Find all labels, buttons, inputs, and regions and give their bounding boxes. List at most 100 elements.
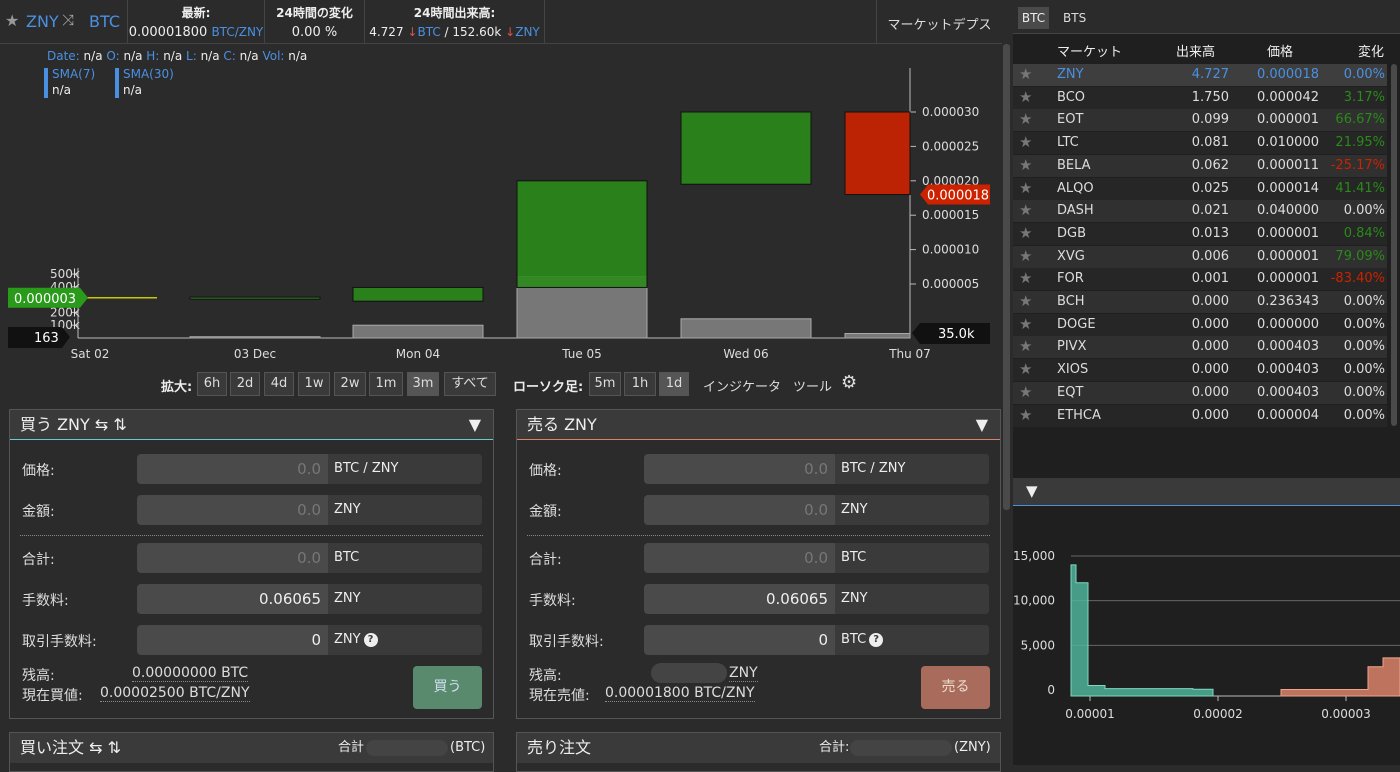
zoom-option-4[interactable]: 2w — [334, 372, 366, 396]
sell-fee-input[interactable]: 0.06065 ZNY — [644, 584, 989, 614]
market-row[interactable]: ★ LTC 0.081 0.010000 21.95% — [1013, 132, 1387, 155]
buy-tfee-value[interactable]: 0 — [311, 625, 327, 655]
swap-pair-icon[interactable]: ⤨ — [62, 11, 74, 29]
zoom-option-2[interactable]: 4d — [264, 372, 294, 396]
sell-fee-value[interactable]: 0.06065 — [766, 584, 834, 614]
zoom-option-1[interactable]: 2d — [230, 372, 260, 396]
zoom-option-6[interactable]: 3m — [407, 372, 439, 396]
market-row[interactable]: ★ DOGE 0.000 0.000000 0.00% — [1013, 313, 1387, 336]
zoom-option-0[interactable]: 6h — [197, 372, 227, 396]
sell-panel-header[interactable]: 売る ZNY ▼ — [517, 410, 1000, 440]
favorite-star-icon[interactable]: ★ — [1019, 201, 1032, 219]
zoom-option-5[interactable]: 1m — [369, 372, 403, 396]
sell-price-input[interactable]: 0.0 BTC / ZNY — [644, 454, 989, 484]
market-list-scrollbar[interactable] — [1391, 64, 1397, 426]
sell-tfee-value[interactable]: 0 — [818, 625, 834, 655]
tab-bts[interactable]: BTS — [1063, 7, 1086, 29]
favorite-star-icon[interactable]: ★ — [5, 11, 19, 30]
market-row[interactable]: ★ ZNY 4.727 0.000018 0.00% — [1013, 64, 1387, 86]
candle-option-1d[interactable]: 1d — [659, 372, 689, 396]
col-price[interactable]: 価格 — [1267, 41, 1293, 60]
tab-btc[interactable]: BTC — [1018, 7, 1049, 29]
market-row[interactable]: ★ BCH 0.000 0.236343 0.00% — [1013, 291, 1387, 313]
sell-amount-value[interactable]: 0.0 — [804, 495, 834, 525]
buy-fee-input[interactable]: 0.06065 ZNY — [137, 584, 482, 614]
favorite-star-icon[interactable]: ★ — [1019, 383, 1032, 401]
quote-asset[interactable]: BTC — [89, 12, 120, 31]
buy-tfee-input[interactable]: 0 ZNY? — [137, 625, 482, 655]
market-row[interactable]: ★ DGB 0.013 0.000001 0.84% — [1013, 222, 1387, 245]
candle-option-5m[interactable]: 5m — [589, 372, 621, 396]
favorite-star-icon[interactable]: ★ — [1019, 65, 1032, 83]
help-icon[interactable]: ? — [869, 632, 884, 647]
help-icon[interactable]: ? — [363, 632, 378, 647]
sell-total-input[interactable]: 0.0 BTC — [644, 543, 989, 573]
market-row[interactable]: ★ XIOS 0.000 0.000403 0.00% — [1013, 359, 1387, 382]
favorite-star-icon[interactable]: ★ — [1019, 110, 1032, 128]
candle-option-1h[interactable]: 1h — [624, 372, 656, 396]
collapse-triangle-icon[interactable]: ▼ — [1026, 482, 1038, 500]
collapse-triangle-icon[interactable]: ▼ — [976, 410, 988, 440]
favorite-star-icon[interactable]: ★ — [1019, 224, 1032, 242]
buy-total-input[interactable]: 0.0 BTC — [137, 543, 482, 573]
gear-icon[interactable]: ⚙ — [841, 372, 857, 393]
col-market[interactable]: マーケット — [1057, 41, 1122, 60]
market-change: 0.00% — [1343, 67, 1385, 82]
favorite-star-icon[interactable]: ★ — [1019, 88, 1032, 106]
zoom-option-7[interactable]: すべて — [444, 372, 496, 396]
buy-amount-input[interactable]: 0.0 ZNY — [137, 495, 482, 525]
favorite-star-icon[interactable]: ★ — [1019, 337, 1032, 355]
favorite-star-icon[interactable]: ★ — [1019, 247, 1032, 265]
favorite-star-icon[interactable]: ★ — [1019, 156, 1032, 174]
buy-total-value[interactable]: 0.0 — [297, 543, 327, 573]
col-volume[interactable]: 出来高 — [1176, 41, 1215, 60]
favorite-star-icon[interactable]: ★ — [1019, 292, 1032, 310]
market-row[interactable]: ★ ETHCA 0.000 0.000004 0.00% — [1013, 404, 1387, 427]
collapse-triangle-icon[interactable]: ▼ — [469, 410, 481, 440]
market-row[interactable]: ★ EOT 0.099 0.000001 66.67% — [1013, 109, 1387, 132]
buy-amount-value[interactable]: 0.0 — [297, 495, 327, 525]
buy-balance-value[interactable]: 0.00000000 BTC — [132, 665, 249, 682]
sell-orders-header[interactable]: 売り注文 合計: (ZNY) — [517, 733, 1000, 763]
market-row[interactable]: ★ BELA 0.062 0.000011 -25.17% — [1013, 154, 1387, 177]
favorite-star-icon[interactable]: ★ — [1019, 269, 1032, 287]
sell-button[interactable]: 売る — [921, 666, 990, 709]
market-row[interactable]: ★ DASH 0.021 0.040000 0.00% — [1013, 200, 1387, 223]
depth-panel-header[interactable]: ▼ — [1013, 478, 1400, 506]
main-scrollbar[interactable] — [1003, 44, 1010, 510]
market-row[interactable]: ★ ALQO 0.025 0.000014 41.41% — [1013, 177, 1387, 200]
col-change[interactable]: 変化 — [1358, 41, 1384, 60]
depth-chart[interactable]: 15,000 10,000 5,000 0 0.00001 0.00002 0.00003 — [1013, 508, 1400, 758]
buy-button[interactable]: 買う — [413, 666, 482, 709]
price-chart[interactable]: Date: n/a O: n/a H: n/a L: n/a C: n/a Vo… — [0, 44, 1000, 364]
chart-canvas[interactable]: 0.0000300.0000250.0000200.0000150.000010… — [0, 44, 1000, 364]
sell-total-value[interactable]: 0.0 — [804, 543, 834, 573]
buy-price-input[interactable]: 0.0 BTC / ZNY — [137, 454, 482, 484]
favorite-star-icon[interactable]: ★ — [1019, 315, 1032, 333]
market-row[interactable]: ★ PIVX 0.000 0.000403 0.00% — [1013, 336, 1387, 359]
favorite-star-icon[interactable]: ★ — [1019, 360, 1032, 378]
favorite-star-icon[interactable]: ★ — [1019, 179, 1032, 197]
sell-price-value[interactable]: 0.0 — [804, 454, 834, 484]
sell-tfee-input[interactable]: 0 BTC? — [644, 625, 989, 655]
tools-menu[interactable]: ツール — [793, 376, 832, 395]
zoom-option-3[interactable]: 1w — [298, 372, 330, 396]
market-depth-label[interactable]: マーケットデプス — [877, 14, 1002, 33]
market-depth-tab[interactable]: マーケットデプス — [876, 0, 1002, 44]
buy-current-value[interactable]: 0.00002500 BTC/ZNY — [100, 685, 250, 702]
buy-orders-header[interactable]: 買い注文 ⇆ ⇅ 合計 (BTC) — [10, 733, 493, 763]
indicator-menu[interactable]: インジケータ — [703, 376, 781, 395]
market-row[interactable]: ★ FOR 0.001 0.000001 -83.40% — [1013, 268, 1387, 291]
sell-current-value[interactable]: 0.00001800 BTC/ZNY — [605, 685, 755, 702]
sell-amount-input[interactable]: 0.0 ZNY — [644, 495, 989, 525]
pair-selector[interactable]: ★ ZNY ⤨ BTC — [0, 0, 128, 44]
market-row[interactable]: ★ EQT 0.000 0.000403 0.00% — [1013, 381, 1387, 404]
favorite-star-icon[interactable]: ★ — [1019, 133, 1032, 151]
buy-panel-header[interactable]: 買う ZNY ⇆ ⇅ ▼ — [10, 410, 493, 440]
market-row[interactable]: ★ BCO 1.750 0.000042 3.17% — [1013, 86, 1387, 109]
market-row[interactable]: ★ XVG 0.006 0.000001 79.09% — [1013, 245, 1387, 268]
buy-price-value[interactable]: 0.0 — [297, 454, 327, 484]
favorite-star-icon[interactable]: ★ — [1019, 406, 1032, 424]
base-asset[interactable]: ZNY — [26, 12, 59, 31]
buy-fee-value[interactable]: 0.06065 — [259, 584, 327, 614]
